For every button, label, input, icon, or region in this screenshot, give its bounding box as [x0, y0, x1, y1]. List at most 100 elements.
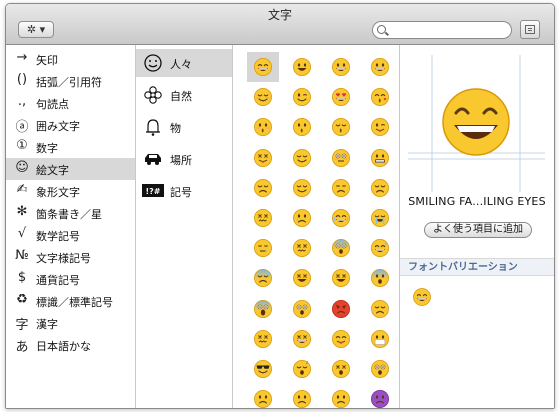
category-label: 標識／標準記号: [36, 296, 113, 309]
emoji-cell-astonished[interactable]: [286, 294, 318, 324]
emoji-cell-flushed[interactable]: [325, 143, 357, 173]
emoji-cell-grin-sweat[interactable]: [364, 233, 396, 263]
emoji-cell-dizzy[interactable]: [325, 354, 357, 384]
category-item-arrows[interactable]: → 矢印: [6, 48, 135, 70]
kiss-icon: [253, 118, 273, 137]
add-to-favorites-button[interactable]: よく使う項目に追加: [424, 222, 532, 238]
category-item-letterlike[interactable]: № 文字様記号: [6, 246, 135, 268]
emoji-cell-laugh[interactable]: [286, 324, 318, 354]
emoji-cell-sleepy[interactable]: [247, 233, 279, 263]
car-icon: [145, 154, 161, 165]
emoji-cell-smile-big[interactable]: [325, 52, 357, 82]
category-item-bullets-stars[interactable]: ✻ 箇条書き／星: [6, 202, 135, 224]
emoji-cell-kiss[interactable]: [247, 112, 279, 142]
category-item-math[interactable]: √ 数学記号: [6, 224, 135, 246]
emoji-cell-tongue-closed[interactable]: [247, 143, 279, 173]
emoji-cell-wink[interactable]: [286, 82, 318, 112]
astonished-icon: [292, 299, 312, 318]
emoji-cell-weary[interactable]: [286, 263, 318, 293]
emoji-cell-sweat[interactable]: [247, 263, 279, 293]
emoji-cell-frown[interactable]: [286, 384, 318, 408]
category-label: 括弧／引用符: [36, 76, 102, 89]
emoji-cell-imp[interactable]: [364, 384, 396, 408]
emoji-cell-scream[interactable]: [247, 294, 279, 324]
emoji-cell-grimace[interactable]: [364, 143, 396, 173]
tired-icon: [331, 269, 351, 288]
parentheses-icon: (): [16, 72, 28, 87]
emoji-cell-confounded[interactable]: [286, 233, 318, 263]
sleeping-icon: z: [292, 359, 312, 379]
sob-icon: [370, 208, 390, 228]
emoji-cell-frown[interactable]: [325, 384, 357, 408]
emoji-cell-relieved[interactable]: [286, 143, 318, 173]
laugh-icon: [292, 329, 312, 348]
emoji-cell-mask[interactable]: [364, 324, 396, 354]
character-preview: [408, 55, 545, 192]
category-label: 数学記号: [36, 230, 80, 243]
emoji-cell-sunglasses[interactable]: [247, 354, 279, 384]
smiley-icon: ☺: [15, 160, 29, 175]
emoji-cell-kiss-plain[interactable]: [286, 112, 318, 142]
emoji-cell-blush[interactable]: [247, 82, 279, 112]
category-item-currency[interactable]: $ 通貨記号: [6, 268, 135, 290]
bell-icon: [146, 119, 160, 136]
category-item-signs[interactable]: ♻ 標識／標準記号: [6, 290, 135, 312]
search-field[interactable]: [372, 21, 512, 39]
font-variation-item[interactable]: [412, 287, 432, 307]
search-input[interactable]: [391, 23, 506, 37]
emoji-cell-unamused[interactable]: [325, 173, 357, 203]
emoji-cell-smile-big[interactable]: [364, 52, 396, 82]
weary-icon: [292, 269, 312, 288]
subcategory-list: 人々 自然 物 場所 !?# 記号: [136, 45, 233, 408]
emoji-cell-grin[interactable]: [247, 52, 279, 82]
joy-icon: [331, 208, 351, 228]
scream-icon: [253, 299, 273, 318]
category-item-punctuation[interactable]: ., 句読点: [6, 92, 135, 114]
kiss-closed-icon: [331, 118, 351, 137]
emoji-cell-angry[interactable]: [325, 294, 357, 324]
sleepy-icon: [253, 239, 273, 258]
emoji-cell-cry[interactable]: [286, 203, 318, 233]
character-name: SMILING FA...ILING EYES: [408, 195, 546, 208]
emoji-cell-frown[interactable]: [247, 384, 279, 408]
category-item-emoji[interactable]: ☺ 絵文字: [6, 158, 135, 180]
emoji-cell-kiss-heart[interactable]: [364, 82, 396, 112]
subcategory-label: 物: [170, 122, 181, 135]
emoji-cell-confounded[interactable]: [247, 324, 279, 354]
emoji-cell-joy[interactable]: [325, 203, 357, 233]
emoji-cell-smile-open[interactable]: [286, 52, 318, 82]
category-item-kana[interactable]: あ 日本語かな: [6, 334, 135, 356]
category-item-brackets[interactable]: () 括弧／引用符: [6, 70, 135, 92]
toggle-view-button[interactable]: [520, 20, 540, 39]
cry-icon: [292, 208, 312, 228]
action-menu-button[interactable]: ✲ ▾: [18, 21, 54, 38]
category-item-kanji[interactable]: 字 漢字: [6, 312, 135, 334]
emoji-cell-triumph[interactable]: [364, 294, 396, 324]
subcategory-item-nature[interactable]: 自然: [136, 81, 232, 109]
subcategory-item-objects[interactable]: 物: [136, 113, 232, 141]
emoji-cell-cold-sweat[interactable]: [364, 263, 396, 293]
emoji-cell-tongue-wink[interactable]: [364, 112, 396, 142]
arrow-icon: →: [16, 50, 28, 65]
emoji-cell-yum[interactable]: [325, 324, 357, 354]
emoji-cell-disappointed[interactable]: [364, 173, 396, 203]
emoji-cell-sob[interactable]: [364, 203, 396, 233]
emoji-cell-sleeping[interactable]: z: [286, 354, 318, 384]
emoji-cell-pensive[interactable]: [247, 173, 279, 203]
emoji-cell-heart-eyes[interactable]: [325, 82, 357, 112]
emoji-cell-surprised[interactable]: [364, 354, 396, 384]
subcategory-item-symbols[interactable]: !?# 記号: [136, 177, 232, 205]
subcategory-item-people[interactable]: 人々: [136, 49, 232, 77]
emoji-cell-kiss-closed[interactable]: [325, 112, 357, 142]
subcategory-item-places[interactable]: 場所: [136, 145, 232, 173]
category-item-enclosed[interactable]: ⓐ 囲み文字: [6, 114, 135, 136]
emoji-cell-fearful[interactable]: [325, 233, 357, 263]
emoji-cell-relieved[interactable]: [286, 173, 318, 203]
category-item-pictographs[interactable]: ✍ 象形文字: [6, 180, 135, 202]
grinning-face-icon: [442, 88, 510, 156]
confounded-icon: [292, 239, 312, 258]
emoji-cell-tired[interactable]: [325, 263, 357, 293]
emoji-cell-persevere[interactable]: [247, 203, 279, 233]
disappointed-icon: [370, 178, 390, 197]
category-item-numbers[interactable]: ① 数字: [6, 136, 135, 158]
